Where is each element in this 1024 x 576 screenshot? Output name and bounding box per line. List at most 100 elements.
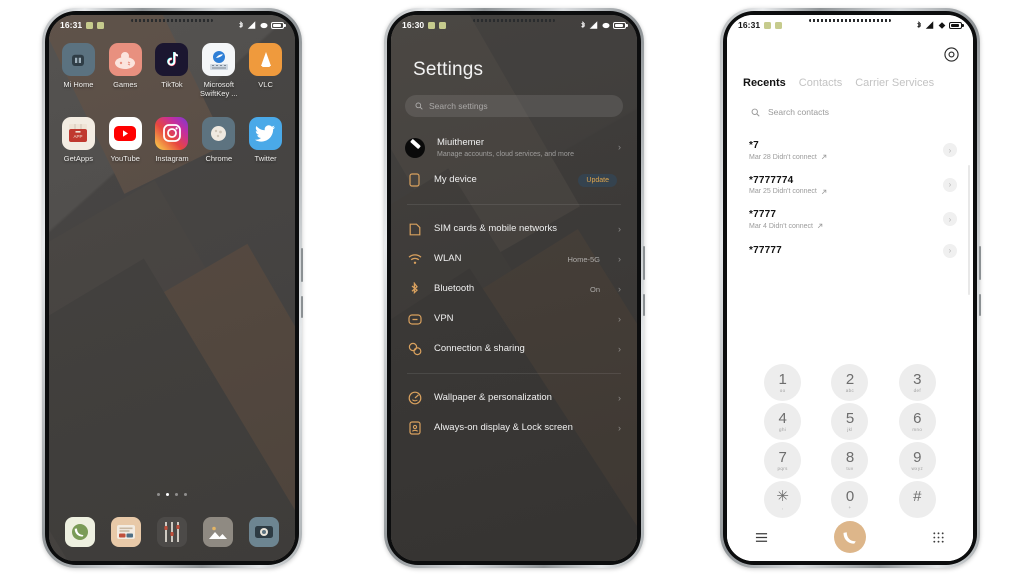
chevron-right-icon: › [618, 422, 621, 433]
settings-row-label: My device [434, 174, 477, 186]
mi-home-icon [61, 43, 95, 76]
dialpad-key-6[interactable]: 6 mno [898, 403, 936, 440]
tab-recents[interactable]: Recents [743, 77, 786, 89]
settings-row-miuithemer[interactable]: Miuithemer Manage accounts, cloud servic… [391, 130, 637, 165]
settings-row-lock-screen[interactable]: Always-on display & Lock screen › [391, 413, 637, 443]
key-letters: wxyz [911, 466, 924, 472]
power-button[interactable] [643, 294, 645, 316]
status-time: 16:31 [60, 20, 83, 30]
scrollbar[interactable] [968, 165, 970, 295]
dock-camera-icon[interactable] [249, 517, 279, 547]
app-label: YouTube [110, 153, 140, 163]
dialpad-key-8[interactable]: 8 tuv [831, 442, 869, 479]
volume-button[interactable] [643, 246, 645, 280]
dock-gallery-icon[interactable] [203, 517, 233, 547]
notification-dot-icon [86, 21, 94, 29]
page-dot [157, 493, 160, 496]
app-tiktok[interactable]: TikTok [149, 43, 196, 99]
app-label: Chrome [205, 153, 233, 163]
status-time: 16:30 [402, 20, 425, 30]
notification-dot-icon [97, 21, 105, 29]
settings-row-bluetooth[interactable]: Bluetooth On › [391, 274, 637, 304]
earpiece-speaker [809, 19, 891, 22]
settings-row-vpn[interactable]: VPN › [391, 304, 637, 334]
settings-group-account: Miuithemer Manage accounts, cloud servic… [391, 130, 637, 195]
chevron-right-icon[interactable]: › [943, 177, 957, 192]
key-digit: 2 [845, 370, 855, 388]
divider [407, 373, 621, 375]
status-badge[interactable]: Update [578, 173, 617, 187]
key-digit: 6 [913, 409, 922, 427]
settings-row-wlan[interactable]: WLAN Home-5G › [391, 244, 637, 274]
key-letters: def [913, 388, 922, 394]
menu-icon[interactable] [755, 531, 768, 544]
settings-group-personalization: Wallpaper & personalization › Always-on … [391, 383, 637, 443]
call-list-item[interactable]: *77777 › [727, 237, 973, 265]
chevron-right-icon[interactable]: › [943, 212, 957, 227]
app-swiftkey[interactable]: Microsoft SwiftKey ... [195, 43, 242, 99]
power-button[interactable] [979, 294, 981, 316]
app-getapps[interactable]: APP GetApps [55, 116, 102, 163]
tab-contacts[interactable]: Contacts [799, 77, 842, 89]
dialpad-key-5[interactable]: 5 jkl [831, 403, 869, 440]
dialpad-key-hash[interactable]: # [898, 481, 936, 518]
call-list-item[interactable]: *7777 Mar 4 Didn't connect › [727, 202, 973, 237]
search-icon [751, 108, 760, 117]
app-label: VLC [258, 80, 273, 89]
app-instagram[interactable]: Instagram [149, 116, 196, 163]
dock-sound-mixer-icon[interactable] [157, 517, 187, 547]
app-youtube[interactable]: YouTube [102, 116, 149, 163]
earpiece-speaker [131, 19, 213, 22]
notification-dot-icon [428, 21, 436, 29]
call-list-item[interactable]: *7777774 Mar 25 Didn't connect › [727, 168, 973, 203]
key-letters: ghi [779, 427, 787, 433]
chevron-right-icon[interactable]: › [943, 143, 957, 158]
connection-sharing-icon [407, 342, 422, 357]
app-vlc[interactable]: VLC [242, 43, 289, 99]
app-chrome[interactable]: Chrome [195, 116, 242, 163]
search-settings-input[interactable]: Search settings [405, 95, 623, 117]
gear-icon[interactable] [944, 47, 959, 62]
search-placeholder: Search contacts [768, 107, 829, 117]
settings-row-wallpaper[interactable]: Wallpaper & personalization › [391, 383, 637, 413]
page-indicator[interactable] [49, 493, 295, 496]
call-list-item[interactable]: *7 Mar 28 Didn't connect › [727, 133, 973, 168]
dialpad-key-1[interactable]: 1 oo [764, 364, 802, 401]
tab-carrier-services[interactable]: Carrier Services [855, 77, 934, 89]
wifi-icon [259, 22, 268, 28]
vlc-icon [249, 43, 283, 76]
account-avatar [405, 137, 425, 158]
lock-screen-icon [407, 421, 422, 436]
power-button[interactable] [301, 296, 303, 318]
dialpad-key-star[interactable]: ✳, [764, 481, 802, 518]
dialpad-key-7[interactable]: 7 pqrs [764, 442, 802, 479]
dock-messages-icon[interactable] [111, 517, 141, 547]
call-button[interactable] [834, 521, 866, 553]
app-mi-home[interactable]: Mi Home [55, 43, 102, 99]
bluetooth-icon [238, 20, 243, 28]
search-contacts-input[interactable]: Search contacts [751, 107, 829, 117]
call-meta: Mar 28 Didn't connect [749, 153, 817, 161]
dialpad-key-2[interactable]: 2 abc [831, 364, 869, 401]
twitter-icon [249, 116, 283, 150]
notification-dot-icon [775, 21, 783, 29]
app-twitter[interactable]: Twitter [242, 116, 289, 163]
chevron-right-icon: › [618, 392, 621, 403]
dialpad-key-9[interactable]: 9 wxyz [898, 442, 936, 479]
dialpad-key-4[interactable]: 4 ghi [764, 403, 802, 440]
settings-row-my-device[interactable]: My device Update [391, 165, 637, 195]
volume-button[interactable] [301, 248, 303, 282]
dock-phone-icon[interactable] [65, 517, 95, 547]
settings-row-connection-sharing[interactable]: Connection & sharing › [391, 334, 637, 364]
keypad-icon[interactable] [932, 531, 945, 544]
getapps-icon: APP [61, 116, 95, 150]
settings-row-sim-cards[interactable]: SIM cards & mobile networks › [391, 214, 637, 244]
chevron-right-icon: › [618, 142, 621, 153]
app-games[interactable]: Games [102, 43, 149, 99]
volume-button[interactable] [979, 246, 981, 280]
dialpad-key-3[interactable]: 3 def [898, 364, 936, 401]
key-digit: 9 [913, 448, 922, 466]
chevron-right-icon[interactable]: › [943, 243, 957, 258]
dialpad-key-0[interactable]: 0 + [831, 481, 869, 518]
page-dot [175, 493, 178, 496]
